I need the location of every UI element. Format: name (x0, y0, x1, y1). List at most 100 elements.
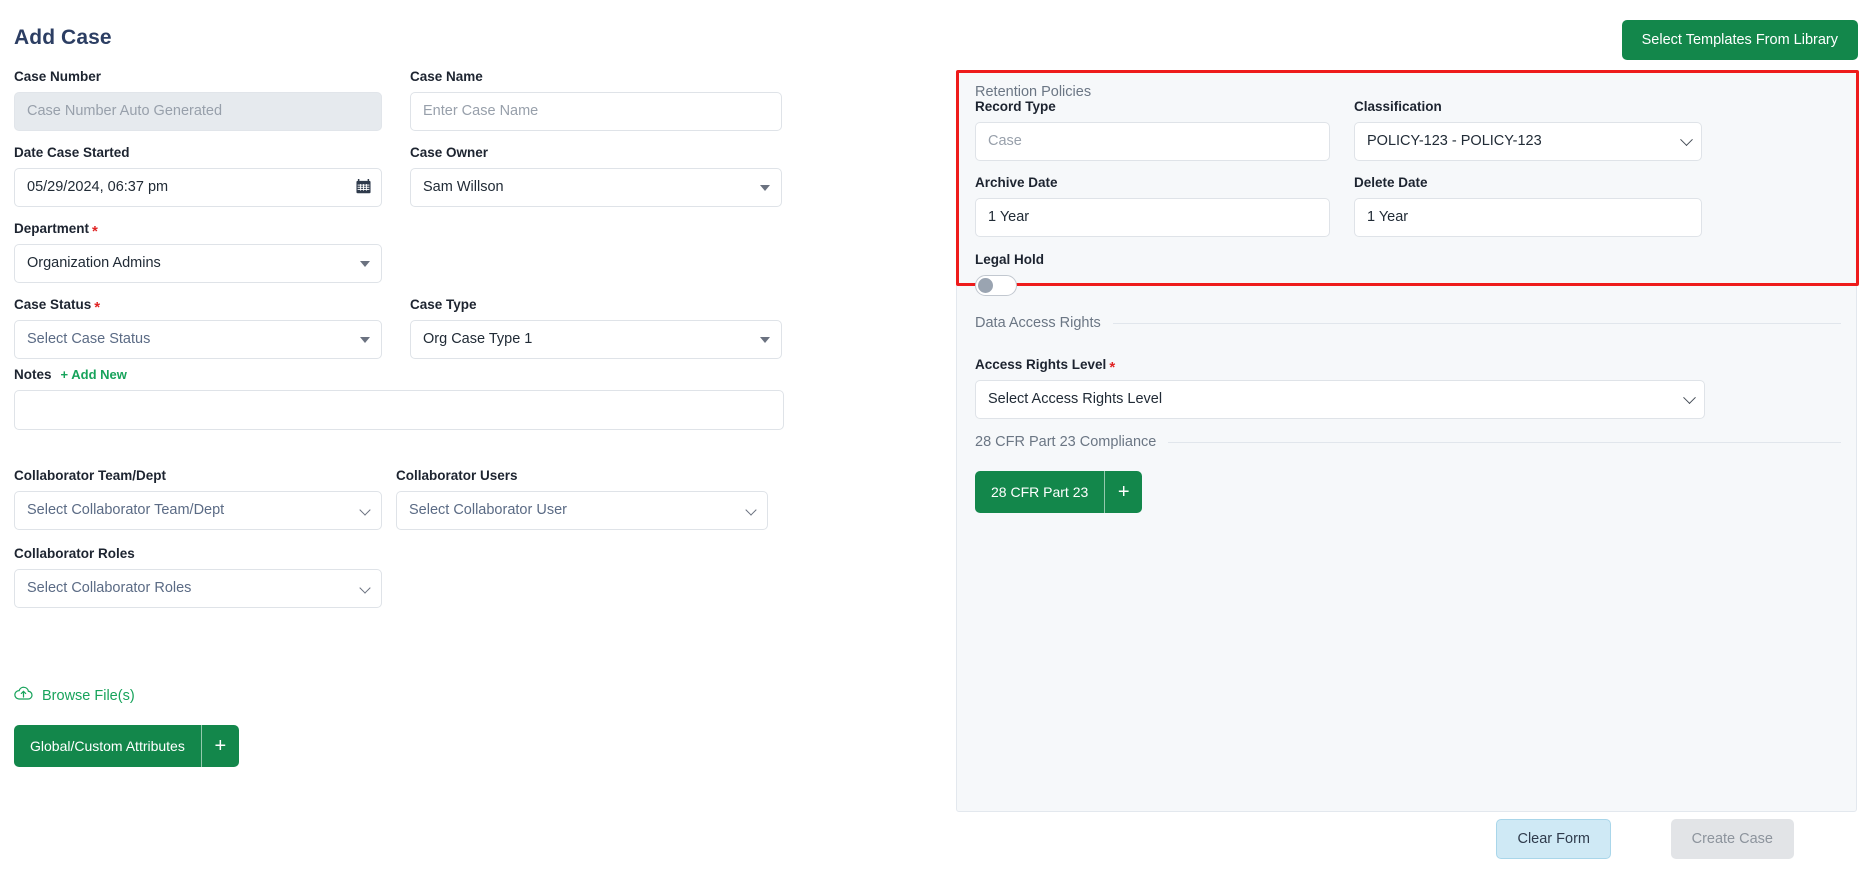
case-type-value: Org Case Type 1 (423, 331, 533, 348)
field-case-number: Case Number Case Number Auto Generated (14, 69, 382, 131)
plus-icon[interactable]: + (1104, 471, 1142, 513)
clear-form-button[interactable]: Clear Form (1496, 819, 1611, 859)
field-case-status: Case Status * Select Case Status (14, 297, 382, 359)
global-custom-attributes-button[interactable]: Global/Custom Attributes + (14, 725, 239, 767)
case-status-label: Case Status * (14, 297, 382, 316)
collaborator-users-placeholder: Select Collaborator User (409, 502, 567, 519)
notes-add-new-link[interactable]: + Add New (61, 367, 127, 382)
case-owner-value: Sam Willson (423, 179, 504, 196)
required-asterisk: * (92, 223, 98, 240)
classification-select[interactable]: POLICY-123 - POLICY-123 (1354, 121, 1702, 161)
case-name-input[interactable]: Enter Case Name (410, 91, 782, 131)
add-case-page: Add Case Select Templates From Library C… (0, 0, 1872, 889)
field-collaborator-users: Collaborator Users Select Collaborator U… (396, 468, 768, 530)
collaborator-team-dropdown[interactable]: Select Collaborator Team/Dept (14, 490, 382, 530)
field-department: Department * Organization Admins (14, 221, 382, 283)
delete-date-label: Delete Date (1354, 175, 1428, 190)
calendar-icon[interactable] (356, 179, 371, 194)
field-delete-date: Delete Date 1 Year (1354, 175, 1702, 237)
data-access-rights-section-title: Data Access Rights (975, 315, 1841, 331)
archive-date-value: 1 Year (988, 209, 1030, 226)
create-case-button[interactable]: Create Case (1670, 819, 1794, 859)
field-notes: Notes + Add New (14, 367, 784, 430)
select-templates-from-library-button[interactable]: Select Templates From Library (1621, 20, 1858, 60)
case-number-label: Case Number (14, 69, 102, 84)
classification-value: POLICY-123 - POLICY-123 (1367, 133, 1542, 150)
chevron-down-icon[interactable] (359, 504, 371, 517)
access-rights-level-label: Access Rights Level * (975, 357, 1705, 376)
field-case-type: Case Type Org Case Type 1 (410, 297, 782, 359)
chevron-down-icon[interactable] (360, 337, 370, 344)
chevron-down-icon[interactable] (359, 582, 371, 595)
collaborator-roles-label: Collaborator Roles (14, 546, 135, 561)
field-legal-hold: Legal Hold (975, 252, 1045, 296)
collaborator-roles-dropdown[interactable]: Select Collaborator Roles (14, 568, 382, 608)
department-label: Department * (14, 221, 382, 240)
chevron-down-icon[interactable] (760, 185, 770, 192)
archive-date-input[interactable]: 1 Year (975, 197, 1330, 237)
data-access-rights-title-text: Data Access Rights (975, 315, 1101, 331)
case-status-dropdown[interactable]: Select Case Status (14, 319, 382, 359)
field-collaborator-roles: Collaborator Roles Select Collaborator R… (14, 546, 382, 608)
toggle-knob (978, 277, 993, 293)
date-case-started-label: Date Case Started (14, 145, 130, 160)
case-type-label: Case Type (410, 297, 477, 312)
cfr-part-23-title-text: 28 CFR Part 23 Compliance (975, 434, 1157, 450)
case-owner-label: Case Owner (410, 145, 489, 160)
field-classification: Classification POLICY-123 - POLICY-123 (1354, 99, 1702, 161)
chevron-down-icon[interactable] (360, 261, 370, 268)
chevron-down-icon[interactable] (760, 337, 770, 344)
delete-date-value: 1 Year (1367, 209, 1409, 226)
collaborator-users-dropdown[interactable]: Select Collaborator User (396, 490, 768, 530)
chevron-down-icon[interactable] (1683, 391, 1696, 405)
collaborator-team-placeholder: Select Collaborator Team/Dept (27, 502, 225, 519)
notes-label-text: Notes (14, 367, 52, 382)
global-custom-attributes-label: Global/Custom Attributes (30, 738, 185, 754)
access-rights-level-placeholder: Select Access Rights Level (988, 391, 1163, 408)
case-name-label: Case Name (410, 69, 483, 84)
page-title: Add Case (14, 26, 112, 49)
archive-date-label: Archive Date (975, 175, 1058, 190)
field-archive-date: Archive Date 1 Year (975, 175, 1330, 237)
case-number-placeholder: Case Number Auto Generated (27, 103, 223, 120)
date-case-started-input[interactable]: 05/29/2024, 06:37 pm (14, 167, 382, 207)
notes-textarea[interactable] (14, 389, 784, 430)
record-type-input[interactable]: Case (975, 121, 1330, 161)
cfr-part-23-button[interactable]: 28 CFR Part 23 + (975, 471, 1143, 513)
record-type-label: Record Type (975, 99, 1056, 114)
plus-icon[interactable]: + (200, 725, 239, 767)
access-rights-level-label-text: Access Rights Level (975, 357, 1107, 372)
browse-files-button[interactable]: Browse File(s) (14, 686, 135, 705)
field-case-owner: Case Owner Sam Willson (410, 145, 782, 207)
collaborator-users-label: Collaborator Users (396, 468, 518, 483)
department-value: Organization Admins (27, 255, 161, 272)
case-type-dropdown[interactable]: Org Case Type 1 (410, 319, 782, 359)
cfr-part-23-label: 28 CFR Part 23 (991, 484, 1089, 500)
case-name-placeholder: Enter Case Name (423, 103, 539, 120)
access-rights-level-select[interactable]: Select Access Rights Level (975, 379, 1705, 419)
chevron-down-icon[interactable] (1680, 133, 1693, 147)
required-asterisk: * (1109, 359, 1116, 376)
field-collaborator-team: Collaborator Team/Dept Select Collaborat… (14, 468, 382, 530)
case-status-label-text: Case Status (14, 297, 92, 312)
department-label-text: Department (14, 221, 90, 236)
chevron-down-icon[interactable] (745, 504, 757, 517)
legal-hold-toggle[interactable] (975, 274, 1017, 296)
legal-hold-label: Legal Hold (975, 252, 1045, 267)
field-case-name: Case Name Enter Case Name (410, 69, 782, 131)
case-number-input[interactable]: Case Number Auto Generated (14, 91, 382, 131)
date-case-started-value: 05/29/2024, 06:37 pm (27, 179, 169, 196)
delete-date-input[interactable]: 1 Year (1354, 197, 1702, 237)
collaborator-team-label: Collaborator Team/Dept (14, 468, 167, 483)
department-dropdown[interactable]: Organization Admins (14, 243, 382, 283)
section-divider (1112, 322, 1841, 324)
cloud-upload-icon (14, 686, 42, 705)
retention-and-access-panel: Retention Policies Record Type Case Clas… (956, 70, 1859, 812)
field-access-rights-level: Access Rights Level * Select Access Right… (975, 357, 1705, 419)
case-status-placeholder: Select Case Status (27, 331, 151, 348)
cfr-part-23-section-title: 28 CFR Part 23 Compliance (975, 434, 1841, 450)
section-divider (1168, 441, 1841, 443)
case-owner-dropdown[interactable]: Sam Willson (410, 167, 782, 207)
field-record-type: Record Type Case (975, 99, 1330, 161)
required-asterisk: * (94, 299, 101, 316)
